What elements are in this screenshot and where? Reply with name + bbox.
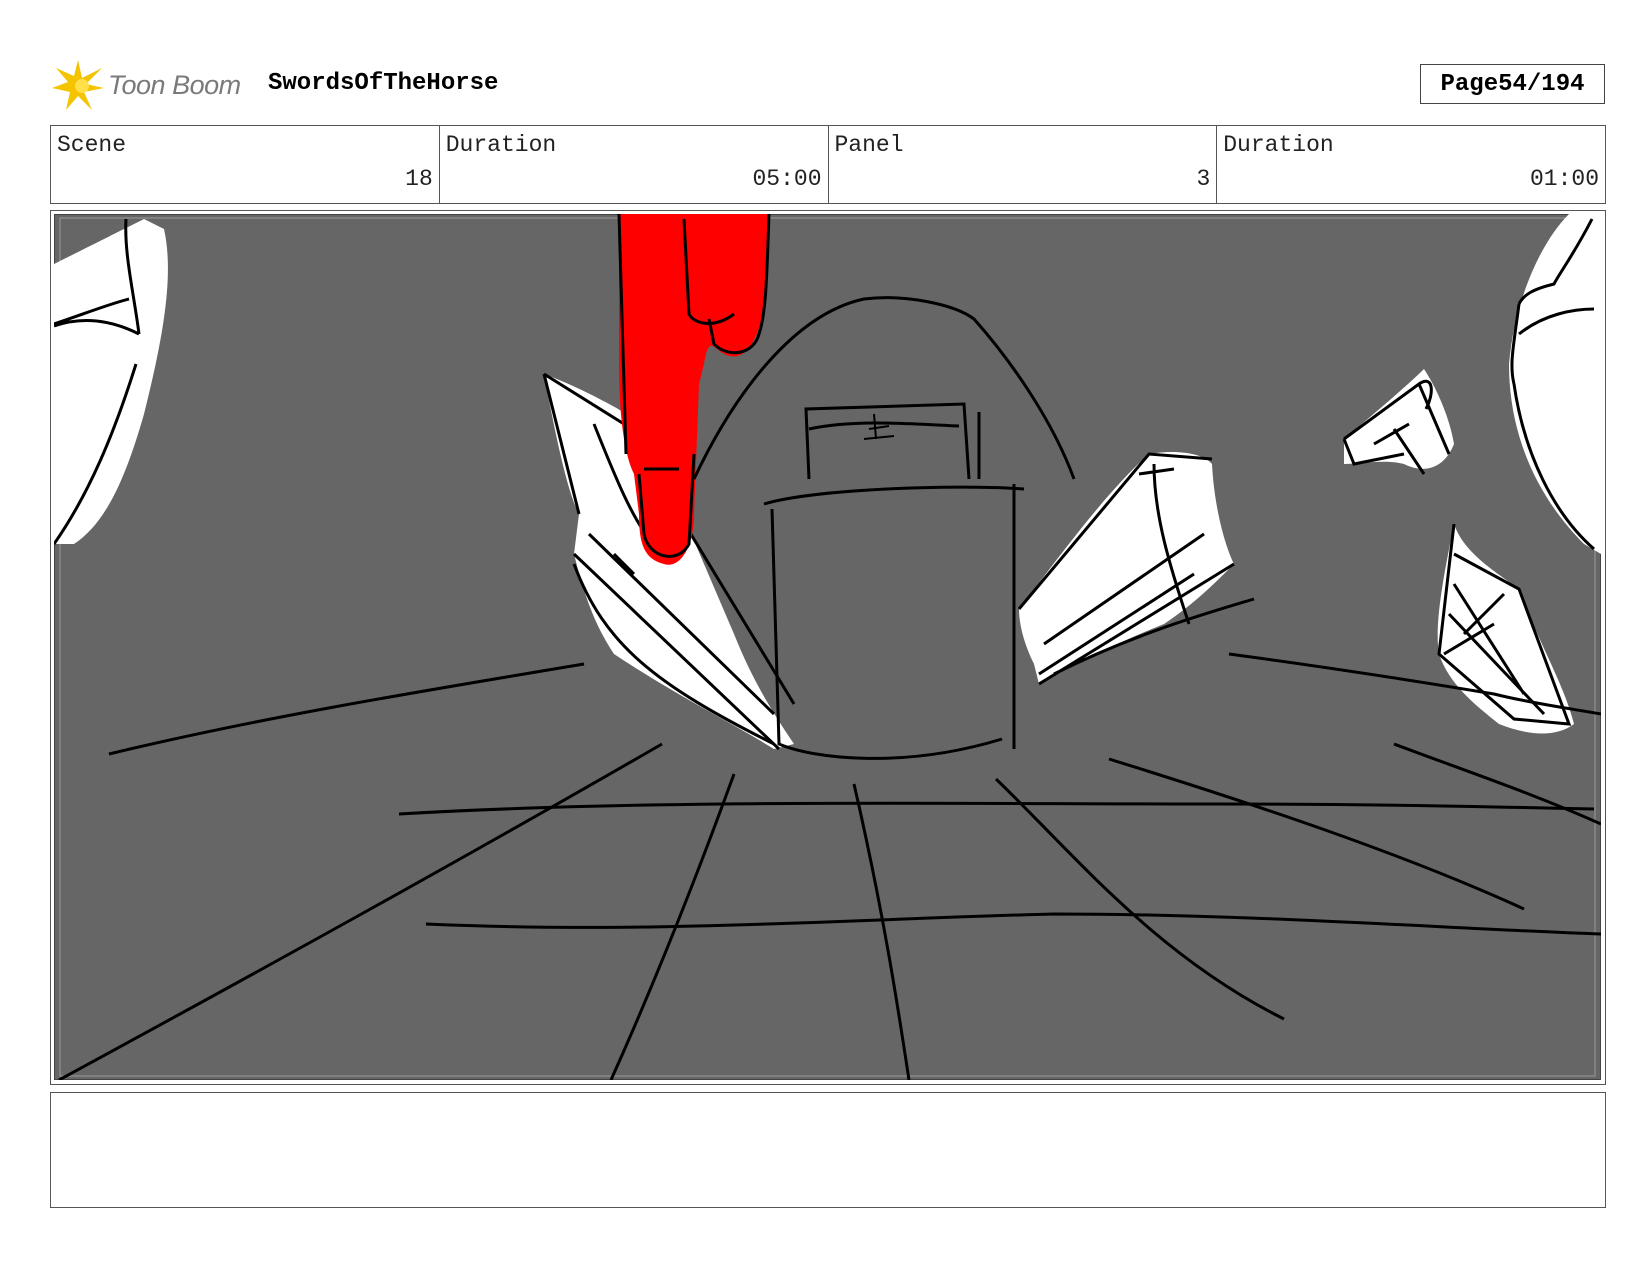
scene-value: 18	[405, 166, 433, 192]
panel-duration-label: Duration	[1223, 132, 1334, 158]
toon-boom-logo: Toon Boom	[52, 58, 241, 112]
panel-info-table: Scene 18 Duration 05:00 Panel 3 Duration…	[50, 125, 1606, 204]
toon-boom-star-icon	[52, 60, 104, 110]
page-label: Page	[1440, 70, 1499, 98]
scene-cell: Scene 18	[51, 126, 440, 203]
page-indicator: Page 54/194	[1420, 64, 1605, 104]
panel-label: Panel	[834, 132, 904, 158]
panel-notes-box	[50, 1092, 1606, 1208]
panel-duration-value: 01:00	[1529, 166, 1599, 192]
panel-value: 3	[1196, 166, 1211, 192]
storyboard-sketch	[54, 214, 1601, 1080]
storyboard-panel-frame	[50, 210, 1606, 1085]
scene-label: Scene	[57, 132, 127, 158]
panel-duration-cell: Duration 01:00	[1217, 126, 1605, 203]
project-title: SwordsOfTheHorse	[268, 70, 499, 97]
storyboard-drawing	[54, 214, 1602, 1081]
scene-duration-value: 05:00	[752, 166, 822, 192]
scene-duration-label: Duration	[445, 132, 557, 158]
scene-duration-cell: Duration 05:00	[440, 126, 829, 203]
logo-text: Toon Boom	[108, 69, 241, 100]
panel-cell: Panel 3	[829, 126, 1218, 203]
page-number: 54/194	[1498, 70, 1585, 98]
